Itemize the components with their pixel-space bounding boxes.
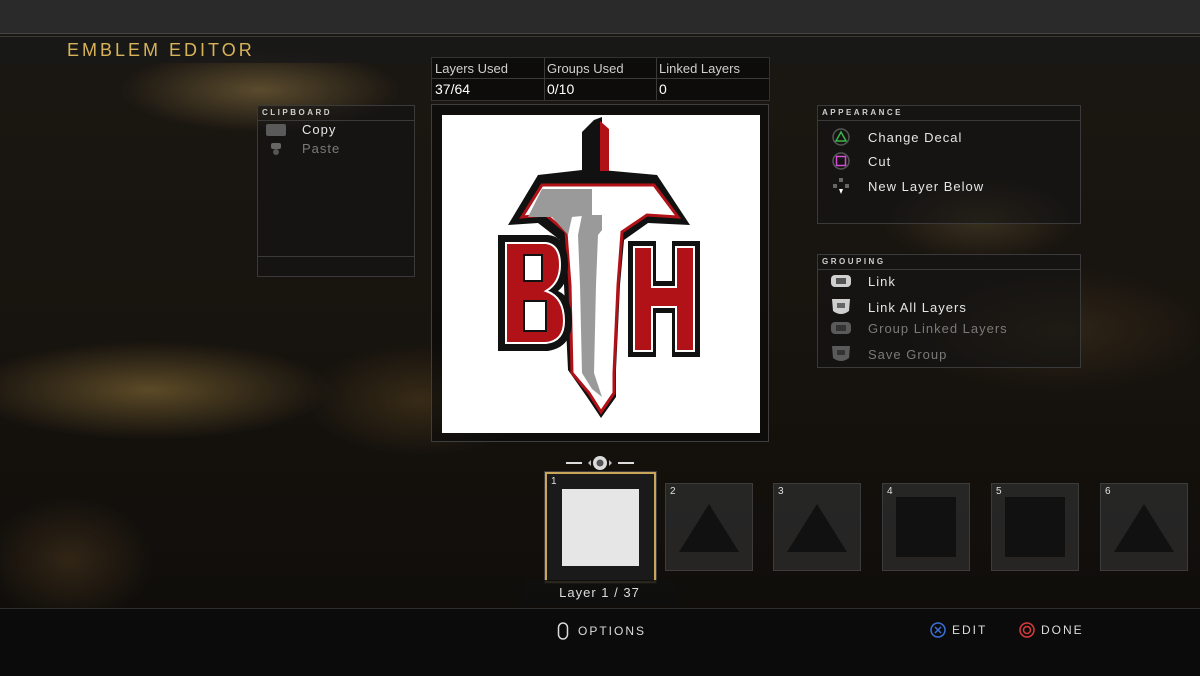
done-label: DONE bbox=[1041, 623, 1084, 637]
copy-label: Copy bbox=[302, 122, 337, 137]
clipboard-title: CLIPBOARD bbox=[262, 108, 333, 117]
emblem-canvas-frame bbox=[431, 104, 769, 442]
options-button[interactable]: OPTIONS bbox=[557, 622, 646, 640]
panel-divider bbox=[818, 120, 1080, 121]
triangle-button-icon bbox=[830, 128, 852, 146]
change-decal-menu-item[interactable]: Change Decal bbox=[830, 128, 962, 146]
r1-icon bbox=[830, 320, 852, 336]
layer-slot-5[interactable]: 5 bbox=[991, 483, 1079, 571]
paste-label: Paste bbox=[302, 141, 341, 156]
layer-slot-number: 1 bbox=[551, 476, 557, 487]
save-group-label: Save Group bbox=[868, 346, 948, 362]
emblem-canvas[interactable] bbox=[442, 115, 760, 433]
layer-slot-number: 4 bbox=[887, 486, 893, 497]
layer-slot-2[interactable]: 2 bbox=[665, 483, 753, 571]
change-decal-label: Change Decal bbox=[868, 129, 963, 145]
edit-label: EDIT bbox=[952, 623, 988, 637]
page-title: EMBLEM EDITOR bbox=[67, 40, 255, 60]
layer-slot-6[interactable]: 6 bbox=[1100, 483, 1188, 571]
cut-label: Cut bbox=[868, 153, 892, 169]
layer-preview-square bbox=[896, 497, 956, 557]
link-label: Link bbox=[868, 273, 896, 289]
layer-preview-triangle bbox=[679, 504, 739, 552]
grouping-title: GROUPING bbox=[822, 257, 886, 266]
circle-button-icon bbox=[1019, 622, 1035, 638]
link-all-layers-label: Link All Layers bbox=[868, 299, 967, 315]
appearance-title: APPEARANCE bbox=[822, 108, 904, 117]
layer-preview-triangle bbox=[787, 504, 847, 552]
layer-preview-triangle bbox=[1114, 504, 1174, 552]
layer-preview-square bbox=[1005, 497, 1065, 557]
l2-icon bbox=[830, 297, 852, 317]
layer-slot-4[interactable]: 4 bbox=[882, 483, 970, 571]
groups-used-label: Groups Used bbox=[547, 61, 624, 76]
copy-menu-item[interactable]: Copy bbox=[266, 122, 336, 137]
layer-slot-number: 5 bbox=[996, 486, 1002, 497]
touchpad-press-icon bbox=[266, 142, 286, 156]
stats-divider bbox=[544, 58, 545, 100]
edit-button[interactable]: EDIT bbox=[930, 622, 987, 638]
r3-stick-icon bbox=[566, 455, 634, 471]
groups-used-value: 0/10 bbox=[547, 81, 575, 97]
new-layer-below-menu-item[interactable]: New Layer Below bbox=[830, 177, 984, 195]
emblem-artwork bbox=[498, 117, 700, 418]
layer-slot-3[interactable]: 3 bbox=[773, 483, 861, 571]
new-layer-below-label: New Layer Below bbox=[868, 178, 985, 194]
letter-b bbox=[498, 235, 572, 351]
link-all-layers-menu-item[interactable]: Link All Layers bbox=[830, 297, 967, 317]
r2-icon bbox=[830, 344, 852, 364]
dpad-down-icon bbox=[830, 177, 852, 195]
done-button[interactable]: DONE bbox=[1019, 622, 1084, 638]
square-button-icon bbox=[830, 152, 852, 170]
panel-divider bbox=[258, 256, 414, 257]
top-bar bbox=[0, 0, 1200, 34]
group-linked-layers-label: Group Linked Layers bbox=[868, 320, 1008, 336]
cross-button-icon bbox=[930, 622, 946, 638]
save-group-menu-item[interactable]: Save Group bbox=[830, 344, 947, 364]
cut-menu-item[interactable]: Cut bbox=[830, 152, 891, 170]
stats-divider bbox=[656, 58, 657, 100]
touchpad-icon bbox=[266, 123, 286, 136]
appearance-panel: APPEARANCE Change Decal Cut New Layer Be… bbox=[817, 105, 1081, 224]
l1-icon bbox=[830, 273, 852, 289]
panel-divider bbox=[258, 120, 414, 121]
layer-preview-square bbox=[562, 489, 639, 566]
paste-menu-item[interactable]: Paste bbox=[266, 141, 340, 156]
clipboard-panel: CLIPBOARD Copy Paste bbox=[257, 105, 415, 277]
usage-stats: Layers Used 37/64 Groups Used 0/10 Linke… bbox=[431, 57, 770, 101]
grouping-panel: GROUPING Link Link All Layers Group Link… bbox=[817, 254, 1081, 368]
letter-h bbox=[628, 241, 700, 357]
linked-layers-label: Linked Layers bbox=[659, 61, 740, 76]
current-layer-label: Layer 1 / 37 bbox=[524, 580, 675, 606]
options-button-icon bbox=[557, 622, 569, 640]
bottom-bar bbox=[0, 608, 1200, 676]
stats-divider-horizontal bbox=[432, 78, 769, 79]
panel-divider bbox=[818, 269, 1080, 270]
layers-used-label: Layers Used bbox=[435, 61, 508, 76]
group-linked-layers-menu-item[interactable]: Group Linked Layers bbox=[830, 320, 1008, 336]
linked-layers-value: 0 bbox=[659, 81, 667, 97]
options-label: OPTIONS bbox=[578, 624, 647, 638]
link-menu-item[interactable]: Link bbox=[830, 273, 896, 289]
layer-slot-1[interactable]: 1 bbox=[545, 472, 656, 583]
layers-used-value: 37/64 bbox=[435, 81, 471, 97]
